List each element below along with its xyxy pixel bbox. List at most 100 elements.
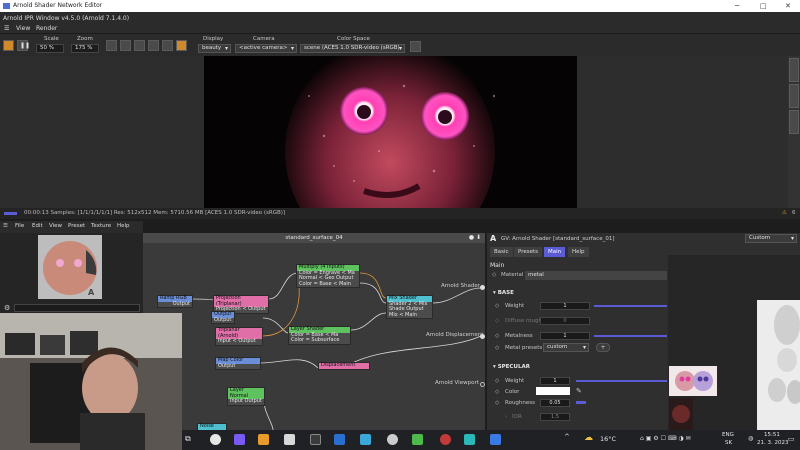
taskbar: ⧉ ^ ☁ 16°C ⌂ ▣ ⚙ ☐ ⌨ ◑ ✉ ENG SK ◍ 15:51 … — [182, 430, 800, 450]
unreal-icon[interactable] — [210, 434, 221, 445]
add-preset-button[interactable]: + — [596, 343, 610, 352]
maximize-icon[interactable]: □ — [760, 0, 767, 12]
app-icon-2[interactable] — [258, 434, 269, 445]
diffuse-roughness-field[interactable]: 0 — [540, 317, 590, 325]
crop-button[interactable] — [134, 40, 145, 51]
debug-button[interactable] — [148, 40, 159, 51]
warning-count: 6 — [792, 210, 796, 216]
hamburger-icon[interactable]: ☰ — [4, 25, 9, 32]
editor-menu-edit[interactable]: Edit — [32, 223, 43, 229]
node-output[interactable]: Output Output — [211, 311, 235, 324]
app-icon-9[interactable] — [440, 434, 451, 445]
node-graph[interactable]: Arnold Shader Arnold Displacement Arnold… — [143, 233, 485, 430]
material-value[interactable]: metal — [525, 271, 667, 280]
app-icon-4[interactable] — [310, 434, 321, 445]
app-icon-7[interactable] — [387, 434, 398, 445]
task-view-icon[interactable]: ⧉ — [185, 434, 191, 444]
port-viewport-dot[interactable] — [480, 382, 485, 387]
node-displacement[interactable]: Displacement — [318, 362, 370, 370]
app-icon-3[interactable] — [284, 434, 295, 445]
editor-menu-file[interactable]: File — [15, 223, 24, 229]
node-mix-shader[interactable]: Mix Shader Shader 2 < Mix Shade Output M… — [386, 295, 433, 319]
render-play-button[interactable] — [3, 40, 14, 51]
app-icon-6[interactable] — [360, 434, 371, 445]
metalness-field[interactable]: 1 — [540, 332, 590, 340]
metalness-slider[interactable] — [594, 335, 667, 337]
node-layer-shader[interactable]: Layer Shader Color = Base < Ma Color = S… — [288, 326, 351, 345]
side-tab-1[interactable] — [789, 58, 799, 82]
app-icon-8[interactable] — [412, 434, 423, 445]
display-select[interactable]: beauty — [198, 44, 231, 53]
spec-weight-slider[interactable] — [576, 380, 667, 382]
shader-header: GV: Arnold Shader [standard_surface_01] — [501, 236, 615, 242]
node-noise[interactable]: Noise — [197, 423, 227, 430]
tab-help[interactable]: Help — [568, 247, 589, 257]
ipr-button[interactable] — [162, 40, 173, 51]
node-multiply[interactable]: Multiply (4 Inputs) Color = Engrave < Ma… — [296, 264, 360, 288]
base-section-header[interactable]: ▾ BASE — [493, 290, 673, 296]
app-icon-11[interactable] — [490, 434, 501, 445]
language-line2[interactable]: SK — [725, 440, 732, 446]
graph-toggle-icon[interactable]: ● ⬇ — [469, 233, 481, 243]
clock-date[interactable]: 21. 3. 2023 — [757, 440, 789, 446]
region-button[interactable] — [120, 40, 131, 51]
eyedropper-icon[interactable]: ✎ — [576, 387, 582, 395]
ior-chevron-icon: › — [505, 414, 508, 420]
node-ramp[interactable]: Ramp RGB Output — [157, 295, 193, 308]
camera-select[interactable]: <active camera> — [235, 44, 297, 53]
app-icon-1[interactable] — [234, 434, 245, 445]
settings-button[interactable] — [176, 40, 187, 51]
language-line1[interactable]: ENG — [722, 432, 734, 438]
minimize-icon[interactable]: ─ — [735, 0, 739, 12]
tab-basic[interactable]: Basic — [490, 247, 513, 257]
tab-main[interactable]: Main — [544, 247, 566, 257]
chevron-up-icon[interactable]: ^ — [564, 433, 570, 441]
weight-slider[interactable] — [594, 305, 667, 307]
preview-field[interactable] — [14, 304, 140, 312]
clock-time[interactable]: 15:51 — [764, 432, 780, 438]
editor-menu-view[interactable]: View — [49, 223, 62, 229]
node-triplanar[interactable]: Triplanar (Arnold) Input < Output — [215, 327, 263, 346]
scale-field[interactable]: 50 % — [36, 44, 64, 53]
node-layer-normal[interactable]: Layer Normal Input Output — [227, 387, 265, 406]
spec-color-swatch[interactable] — [536, 387, 570, 395]
metal-presets-select[interactable]: custom — [543, 343, 589, 352]
weight-label: Weight — [505, 303, 525, 309]
warning-icon[interactable]: ⚠ — [782, 208, 787, 219]
editor-menu-help[interactable]: Help — [117, 223, 130, 229]
editor-hamburger-icon[interactable]: ☰ — [3, 223, 8, 229]
node-header: Displacement — [319, 362, 369, 369]
close-icon[interactable]: ✕ — [785, 0, 791, 12]
zoom-field[interactable]: 175 % — [71, 44, 99, 53]
roughness-field[interactable]: 0.05 — [540, 399, 570, 407]
spec-weight-field[interactable]: 1 — [540, 377, 570, 385]
side-tab-2[interactable] — [789, 84, 799, 108]
node-map-color[interactable]: Map Color Output — [215, 357, 261, 370]
ior-field[interactable]: 1.5 — [540, 413, 570, 421]
port-displacement-dot[interactable] — [480, 334, 485, 339]
menu-render[interactable]: Render — [36, 25, 57, 32]
roughness-slider[interactable] — [576, 401, 586, 404]
port-shader-dot[interactable] — [480, 285, 485, 290]
specular-section-header[interactable]: ▾ SPECULAR — [493, 364, 673, 370]
app-icon-10[interactable] — [464, 434, 475, 445]
tray-icons[interactable]: ⌂ ▣ ⚙ ☐ ⌨ ◑ ✉ — [640, 435, 691, 442]
weight-field[interactable]: 1 — [540, 302, 590, 310]
port-arnold-displacement: Arnold Displacement — [426, 332, 484, 338]
editor-menu-texture[interactable]: Texture — [91, 223, 111, 229]
tab-presets[interactable]: Presets — [514, 247, 543, 257]
camera-icon[interactable] — [410, 41, 421, 52]
editor-menu-preset[interactable]: Preset — [68, 223, 85, 229]
side-tab-3[interactable] — [789, 110, 799, 134]
gear-icon[interactable]: ⚙ — [4, 304, 10, 312]
notification-icon[interactable]: ▭ — [788, 435, 795, 443]
snapshot-button[interactable] — [106, 40, 117, 51]
pause-button[interactable]: ❚❚ — [17, 40, 30, 51]
weather-temp[interactable]: 16°C — [600, 435, 616, 443]
app-icon-5[interactable] — [334, 434, 345, 445]
preset-select[interactable]: Custom — [745, 234, 797, 243]
colorspace-select[interactable]: scene (ACES 1.0 SDR-video (sRGB) — [300, 44, 405, 53]
wifi-icon[interactable]: ◍ — [748, 435, 753, 442]
menu-view[interactable]: View — [16, 25, 30, 32]
weight-diamond-icon: ◇ — [495, 303, 500, 309]
